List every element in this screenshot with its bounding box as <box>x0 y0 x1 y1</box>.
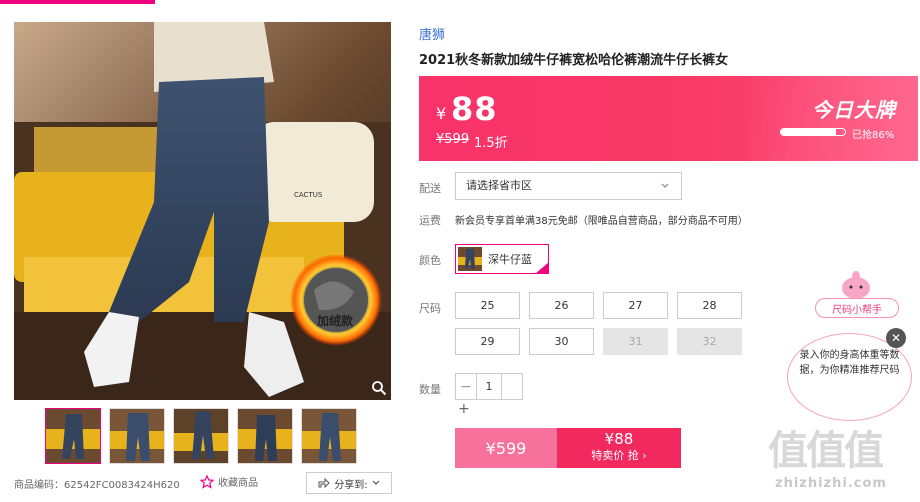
size-option[interactable]: 25 <box>455 292 520 319</box>
quantity-stepper: − 1 <box>455 373 523 400</box>
thumbnail-3[interactable] <box>173 408 229 464</box>
watermark-url: zhizhizhi.com <box>775 476 887 491</box>
buy-now-button[interactable]: ¥88 特卖价 抢 › <box>557 428 681 468</box>
size-option-disabled: 32 <box>677 328 742 355</box>
thumbnail-5[interactable] <box>301 408 357 464</box>
close-icon[interactable]: ✕ <box>886 328 906 348</box>
share-label: 分享到: <box>334 479 368 491</box>
brand-link[interactable]: 唐狮 <box>419 24 445 43</box>
size-option-disabled: 31 <box>603 328 668 355</box>
original-price: ¥599 <box>436 132 470 147</box>
zoom-icon[interactable] <box>371 380 387 396</box>
favorite-button[interactable]: 收藏商品 <box>200 474 258 489</box>
product-title: 2021秋冬新款加绒牛仔裤宽松哈伦裤潮流牛仔长裤女 <box>419 53 729 68</box>
buy-now-label: 特卖价 抢 › <box>591 449 647 462</box>
size-option[interactable]: 26 <box>529 292 594 319</box>
size-option[interactable]: 29 <box>455 328 520 355</box>
share-button[interactable]: 分享到: <box>306 472 392 494</box>
sold-progress-fill <box>781 129 837 135</box>
size-option[interactable]: 30 <box>529 328 594 355</box>
size-helper-button[interactable]: 尺码小帮手 <box>815 298 899 318</box>
thumbnail-1[interactable] <box>45 408 101 464</box>
watermark-logo: 值值值 <box>768 428 884 474</box>
size-option[interactable]: 27 <box>603 292 668 319</box>
region-select[interactable]: 请选择省市区 <box>455 172 682 200</box>
brand-day-badge: 今日大牌 <box>812 98 896 122</box>
mascot-icon <box>842 271 870 299</box>
sold-progress-text: 已抢86% <box>852 130 895 141</box>
favorite-label: 收藏商品 <box>218 478 258 489</box>
price-banner: ¥ 88 ¥599 1.5折 今日大牌 <box>419 76 918 161</box>
shipping-label: 运费 <box>419 214 441 227</box>
color-option-selected[interactable]: 深牛仔蓝 <box>455 244 549 274</box>
quantity-plus-icon[interactable]: + <box>458 401 470 417</box>
quantity-label: 数量 <box>419 383 441 396</box>
share-icon <box>318 478 331 488</box>
buy-original-price-button[interactable]: ¥599 <box>455 428 557 468</box>
region-select-value: 请选择省市区 <box>466 179 532 192</box>
quantity-increment-button[interactable] <box>502 374 522 399</box>
sku-code: 商品编码：62542FC0083424H620 <box>14 480 180 491</box>
buy-now-price: ¥88 <box>604 430 634 448</box>
selected-check-icon <box>535 262 549 274</box>
thumbnail-4[interactable] <box>237 408 293 464</box>
chevron-down-icon <box>661 183 669 188</box>
quantity-input[interactable]: 1 <box>476 374 502 399</box>
thumbnail-2[interactable] <box>109 408 165 464</box>
size-label: 尺码 <box>419 302 441 315</box>
shipping-text: 新会员专享首单满38元免邮（限唯品自营商品，部分商品不可用） <box>455 216 748 227</box>
size-option[interactable]: 28 <box>677 292 742 319</box>
top-accent <box>0 0 155 4</box>
svg-text:CACTUS: CACTUS <box>294 191 323 199</box>
sale-price: 88 <box>451 90 498 128</box>
star-icon <box>200 474 214 489</box>
main-product-photo[interactable]: CACTUS 加绒款 <box>14 22 391 400</box>
photo-tag: 加绒款 <box>317 314 354 328</box>
color-swatch-image <box>458 247 482 271</box>
price-currency: ¥ <box>436 104 447 123</box>
color-option-label: 深牛仔蓝 <box>488 253 532 266</box>
thumbnail-strip <box>45 408 357 464</box>
discount-rate: 1.5折 <box>474 136 508 151</box>
quantity-decrement-button[interactable]: − <box>456 374 476 399</box>
color-label: 颜色 <box>419 254 441 267</box>
top-bar <box>0 0 920 4</box>
sold-progress-bar <box>780 128 846 136</box>
chevron-down-icon <box>372 480 380 485</box>
delivery-label: 配送 <box>419 182 441 195</box>
